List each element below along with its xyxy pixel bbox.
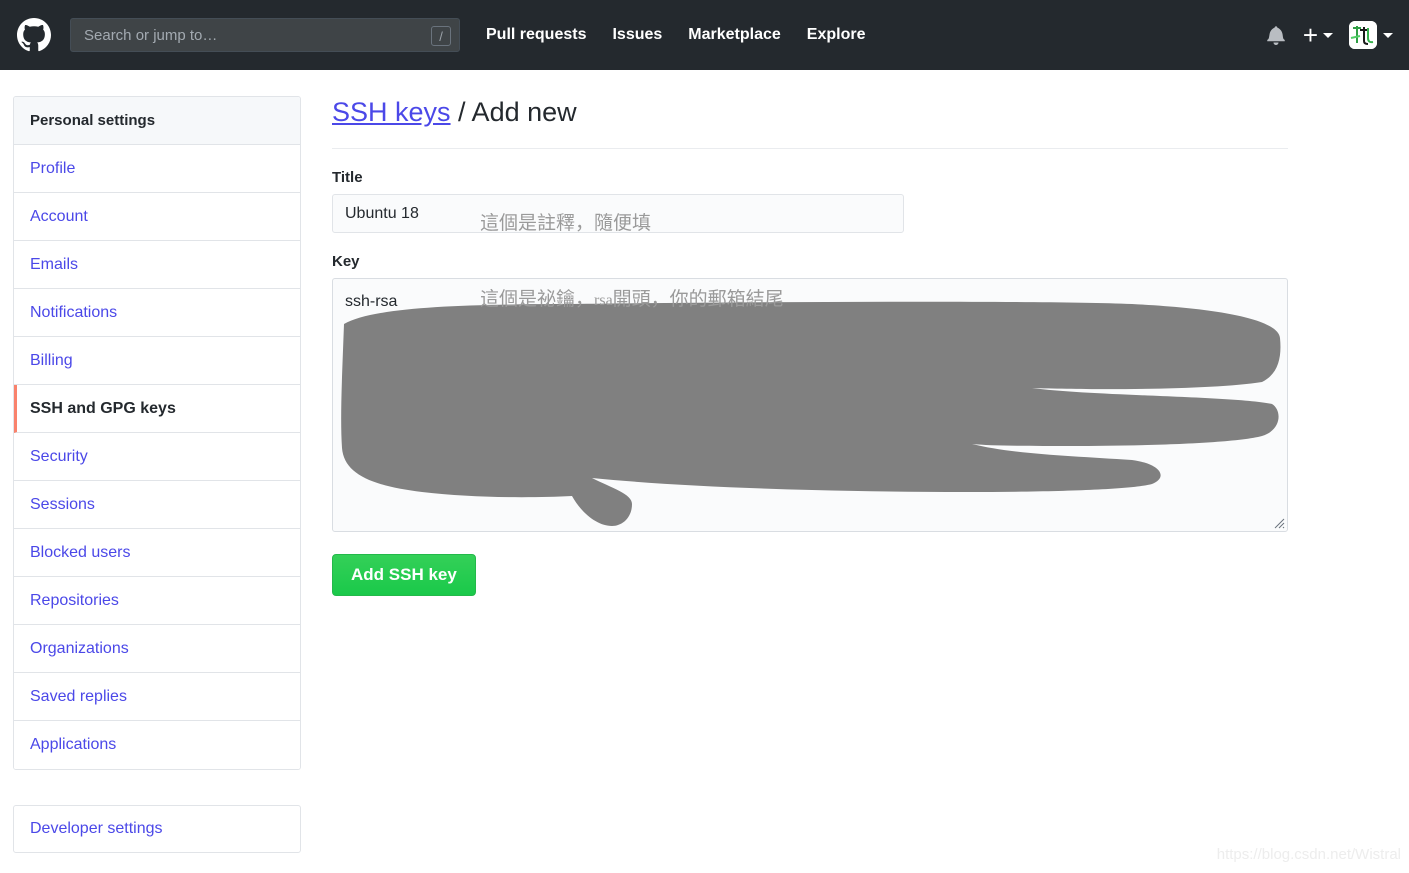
sidebar-item-organizations[interactable]: Organizations (14, 625, 300, 673)
key-field-label: Key (332, 253, 1288, 270)
sidebar-item-blocked-users[interactable]: Blocked users (14, 529, 300, 577)
sidebar-item-billing[interactable]: Billing (14, 337, 300, 385)
page-title-suffix: / Add new (451, 97, 577, 127)
github-mark-icon[interactable] (17, 18, 51, 52)
user-menu[interactable] (1349, 21, 1393, 49)
key-field-group: 這個是祕鑰，rsa開頭，你的郵箱結尾 (332, 278, 1288, 532)
sidebar-item-account[interactable]: Account (14, 193, 300, 241)
global-header: / Pull requests Issues Marketplace Explo… (0, 0, 1409, 70)
nav-item-explore[interactable]: Explore (807, 18, 866, 52)
sidebar-item-emails[interactable]: Emails (14, 241, 300, 289)
key-textarea[interactable] (332, 278, 1288, 532)
search-input[interactable] (71, 19, 459, 51)
avatar (1349, 21, 1377, 49)
sidebar-item-saved-replies[interactable]: Saved replies (14, 673, 300, 721)
sidebar-item-developer-settings[interactable]: Developer settings (13, 805, 301, 853)
sidebar-item-applications[interactable]: Applications (14, 721, 300, 769)
sidebar-header: Personal settings (14, 97, 300, 145)
search-box[interactable]: / (70, 18, 460, 52)
nav-item-marketplace[interactable]: Marketplace (688, 18, 781, 52)
bell-icon[interactable] (1259, 18, 1293, 52)
settings-sidebar: Personal settings Profile Account Emails… (13, 96, 301, 770)
page-title-link[interactable]: SSH keys (332, 97, 451, 127)
sidebar-item-notifications[interactable]: Notifications (14, 289, 300, 337)
nav-item-pull-requests[interactable]: Pull requests (486, 18, 586, 52)
watermark: https://blog.csdn.net/Wistral (1217, 846, 1401, 863)
title-field-label: Title (332, 169, 1288, 186)
plus-icon: + (1303, 25, 1318, 45)
sidebar-item-sessions[interactable]: Sessions (14, 481, 300, 529)
add-ssh-key-button[interactable]: Add SSH key (332, 554, 476, 596)
header-right-controls: + (1259, 0, 1409, 70)
sidebar-item-security[interactable]: Security (14, 433, 300, 481)
search-shortcut-badge: / (431, 26, 451, 46)
sidebar-item-repositories[interactable]: Repositories (14, 577, 300, 625)
sidebar-item-ssh-and-gpg-keys[interactable]: SSH and GPG keys (14, 385, 300, 433)
nav-item-issues[interactable]: Issues (612, 18, 662, 52)
sidebar-item-profile[interactable]: Profile (14, 145, 300, 193)
title-input[interactable] (332, 194, 904, 233)
chevron-down-icon (1383, 33, 1393, 38)
header-nav: Pull requests Issues Marketplace Explore (486, 18, 891, 52)
main-content: SSH keys / Add new Title 這個是註釋，隨便填 Key 這… (332, 96, 1288, 596)
chevron-down-icon (1323, 33, 1333, 38)
create-new-menu[interactable]: + (1303, 25, 1333, 45)
title-field-group: 這個是註釋，隨便填 (332, 194, 904, 233)
page-title: SSH keys / Add new (332, 96, 1288, 149)
